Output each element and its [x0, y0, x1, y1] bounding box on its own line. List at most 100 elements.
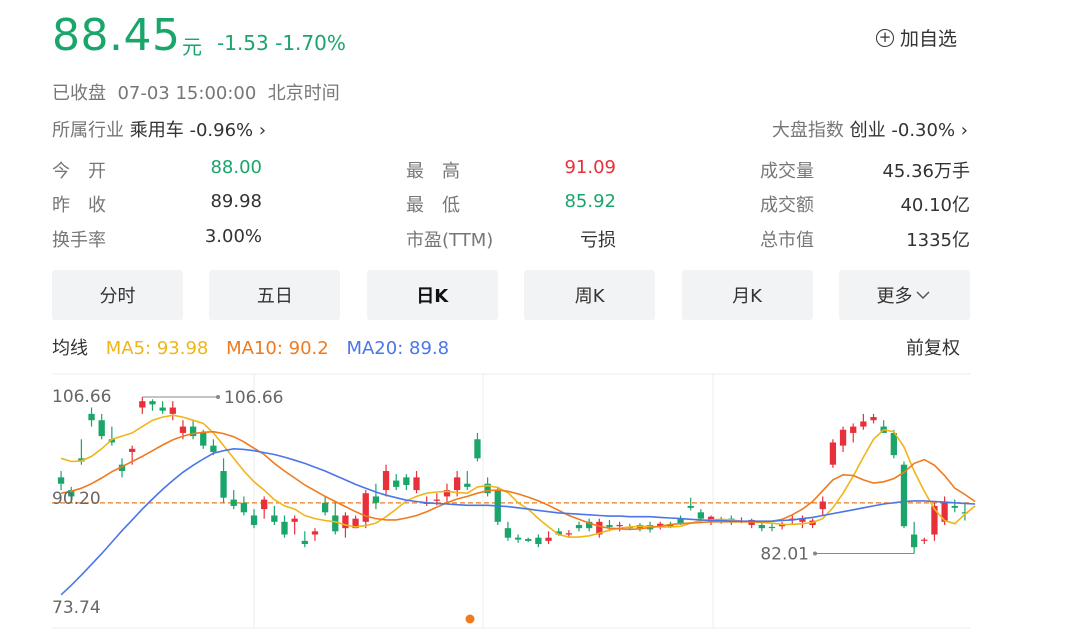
candle-body — [179, 426, 187, 433]
event-marker-dot — [465, 614, 475, 624]
status-text: 已收盘 — [52, 83, 106, 104]
candle-body — [951, 505, 958, 508]
stat-label: 成交额 — [760, 195, 814, 216]
tab-more-label: 更多 — [876, 286, 913, 307]
stat-label: 最 低 — [406, 195, 460, 216]
tab-daily-k[interactable]: 日K — [366, 270, 498, 320]
candle-body — [403, 477, 410, 485]
stat-value: 88.00 — [210, 157, 262, 178]
candle-body — [870, 417, 877, 421]
candle-body — [829, 442, 837, 465]
candle-body — [139, 401, 146, 408]
candle-body — [545, 537, 552, 541]
candle-body — [504, 528, 512, 538]
change-percent: -1.70% — [275, 31, 346, 55]
stat-label: 总市值 — [760, 230, 814, 251]
candle-body — [382, 471, 390, 491]
candle-body — [850, 426, 857, 433]
candle-body — [514, 537, 522, 540]
candle-body — [839, 429, 847, 446]
current-price: 88.45 — [52, 10, 181, 61]
candle-body — [758, 524, 765, 529]
candle-body — [575, 524, 583, 529]
stat-label: 市盈(TTM) — [406, 230, 494, 251]
candle-body — [768, 526, 776, 529]
candle-body — [342, 515, 349, 529]
candle-body — [433, 499, 440, 501]
ma20-value: MA20: 89.8 — [346, 338, 450, 359]
max-annotation: 106.66 — [224, 388, 283, 408]
tab-more[interactable]: 更多 — [838, 270, 970, 320]
stat-value: 91.09 — [564, 157, 616, 178]
candle-body — [819, 501, 826, 510]
max-pointer-dot — [216, 395, 220, 399]
candle-body — [393, 480, 400, 487]
chevron-down-icon — [916, 291, 930, 300]
industry-label: 所属行业 — [52, 120, 124, 141]
candle-body — [220, 471, 227, 498]
stat-value: 亏损 — [580, 230, 616, 251]
index-name: 创业 — [849, 120, 886, 141]
chevron-right-icon: › — [258, 120, 267, 141]
candle-body — [921, 539, 928, 541]
candle-body — [321, 502, 329, 513]
candle-body — [200, 432, 207, 446]
index-change: -0.30% — [891, 120, 956, 141]
candle-body — [687, 505, 694, 508]
candle-body — [291, 518, 298, 522]
tab-monthly-k[interactable]: 月K — [681, 270, 813, 320]
industry-name: 乘用车 — [129, 120, 184, 141]
change-amount: -1.53 — [217, 31, 269, 55]
add-favorite-button[interactable]: + 加自选 — [876, 24, 957, 51]
adjust-mode-button[interactable]: 前复权 — [906, 334, 960, 360]
stat-value: 45.36万手 — [882, 161, 970, 182]
candle-body — [453, 477, 461, 491]
candle-body — [271, 515, 278, 522]
tab-minute[interactable]: 分时 — [52, 270, 183, 320]
price-change: -1.53 -1.70% — [217, 31, 346, 55]
stat-label: 最 高 — [406, 161, 460, 182]
candle-body — [261, 499, 268, 510]
candle-body — [565, 533, 573, 535]
candle-body — [697, 512, 705, 519]
tab-five-day[interactable]: 五日 — [209, 270, 341, 320]
min-annotation: 82.01 — [760, 544, 809, 564]
y-label-mid: 90.20 — [52, 489, 101, 509]
stat-value: 3.00% — [204, 226, 262, 247]
stat-label: 昨 收 — [52, 195, 106, 216]
kline-chart[interactable]: 106.66 90.20 73.74 106.66 82.01 — [0, 360, 1080, 639]
candle-body — [910, 534, 918, 548]
candle-body — [311, 531, 319, 535]
ma-title: 均线 — [52, 338, 88, 359]
market-index-link[interactable]: 大盘指数 创业 -0.30% › — [772, 116, 968, 142]
add-favorite-label: 加自选 — [900, 28, 958, 50]
candle-body — [149, 401, 156, 405]
chart-grid — [52, 373, 970, 629]
ma-legend: 均线 MA5: 93.98 MA10: 90.2 MA20: 89.8 — [52, 334, 461, 360]
status-datetime: 07-03 15:00:00 — [117, 83, 257, 104]
candle-body — [230, 499, 237, 506]
candle-body — [88, 413, 95, 421]
candle-body — [525, 538, 532, 541]
industry-change: -0.96% — [189, 120, 254, 141]
industry-link[interactable]: 所属行业 乘用车 -0.96% › — [52, 116, 266, 142]
ma10-value: MA10: 90.2 — [226, 338, 329, 359]
candle-body — [413, 477, 420, 491]
plus-circle-icon: + — [876, 28, 894, 47]
stat-value: 1335亿 — [906, 230, 970, 251]
candle-body — [98, 420, 105, 437]
candle-body — [332, 515, 339, 532]
status-timezone: 北京时间 — [267, 83, 340, 104]
tab-weekly-k[interactable]: 周K — [524, 270, 656, 320]
ma20-line — [60, 447, 976, 596]
candle-body — [372, 496, 380, 503]
candle-body — [240, 502, 248, 513]
y-label-max: 106.66 — [52, 387, 111, 407]
period-tabs: 分时 五日 日K 周K 月K 更多 — [52, 270, 970, 320]
candle-body — [474, 439, 481, 459]
candle-body — [606, 524, 613, 527]
stat-label: 成交量 — [760, 161, 814, 182]
ma10-line — [60, 430, 976, 531]
candle-body — [169, 407, 176, 414]
stat-label: 今 开 — [52, 161, 106, 182]
